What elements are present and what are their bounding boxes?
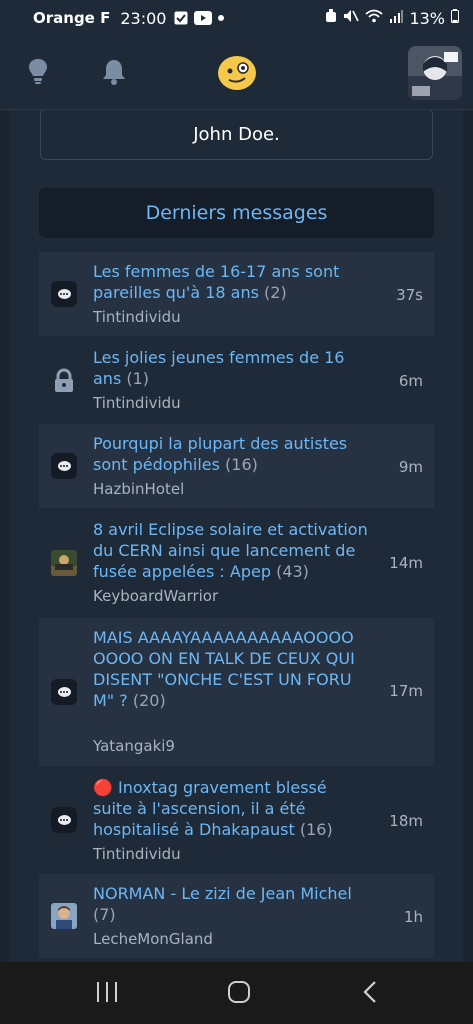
topic-author[interactable]: Yatangaki9 (93, 737, 175, 755)
topic-title[interactable]: MAIS AAAAYAAAAAAAAAAOOOOOOOO ON EN TALK … (93, 627, 363, 711)
topic-row[interactable]: 8 avril Eclipse solaire et activation du… (39, 510, 434, 616)
section-header: Derniers messages (39, 188, 434, 238)
topic-row[interactable]: 🔴 Inoxtag gravement blessé suite à l'asc… (39, 768, 434, 872)
topic-row[interactable]: Les jolies jeunes femmes de 16 ans (1) T… (39, 338, 434, 422)
topic-time: 37s (396, 286, 423, 304)
topic-time: 18m (389, 812, 423, 830)
thumbnail-icon (51, 550, 77, 576)
chat-bubble-icon (51, 679, 77, 705)
topic-author[interactable]: Tintindividu (93, 308, 181, 326)
red-circle-emoji: 🔴 (93, 778, 113, 797)
topic-row[interactable]: NORMAN - Le zizi de Jean Michel (7) Lech… (39, 874, 434, 958)
topic-time: 17m (389, 682, 423, 700)
topic-time: 1h (403, 908, 423, 926)
carrier-label: Orange F (33, 9, 111, 27)
section-title: Derniers messages (145, 202, 328, 224)
topic-title[interactable]: Pourqupi la plupart des autistes sont pé… (93, 433, 368, 475)
topic-row[interactable]: MAIS AAAAYAAAAAAAAAAOOOOOOOO ON EN TALK … (39, 618, 434, 766)
topic-time: 9m (398, 458, 423, 476)
status-right: 13% (325, 9, 459, 28)
battery-icon (451, 9, 459, 27)
topic-title[interactable]: 8 avril Eclipse solaire et activation du… (93, 519, 368, 582)
topic-author[interactable]: Tintindividu (93, 845, 181, 863)
lightbulb-icon[interactable] (26, 57, 50, 92)
topic-row[interactable]: Pourqupi la plupart des autistes sont pé… (39, 424, 434, 508)
signal-icon (389, 9, 404, 27)
user-card[interactable]: John Doe. (40, 110, 433, 160)
user-name: John Doe. (193, 123, 280, 145)
topic-author[interactable]: KeyboardWarrior (93, 587, 218, 605)
top-navigation (0, 36, 473, 110)
checkbox-notification-icon (174, 11, 188, 25)
dot-icon (218, 15, 225, 21)
youtube-notification-icon (194, 11, 213, 25)
topic-title[interactable]: Les jolies jeunes femmes de 16 ans (1) (93, 347, 368, 389)
smiley-icon[interactable] (216, 54, 258, 97)
topic-time: 14m (389, 554, 423, 572)
recent-apps-icon[interactable] (96, 980, 118, 1009)
topic-title[interactable]: NORMAN - Le zizi de Jean Michel (7) (93, 883, 368, 925)
topic-author[interactable]: HazbinHotel (93, 480, 184, 498)
battery-level: 13% (409, 8, 445, 28)
topic-author[interactable]: LecheMonGland (93, 930, 213, 948)
wifi-icon (365, 9, 384, 27)
topic-title[interactable]: 🔴 Inoxtag gravement blessé suite à l'asc… (93, 777, 368, 840)
home-icon[interactable] (227, 980, 251, 1009)
chat-bubble-icon (51, 281, 77, 307)
topic-row[interactable]: Les femmes de 16-17 ans sont pareilles q… (39, 252, 434, 336)
user-avatar[interactable] (408, 46, 462, 100)
lock-icon (51, 368, 77, 394)
status-bar: Orange F 23:00 13% (0, 0, 473, 36)
clock: 23:00 (120, 8, 167, 28)
mute-icon (343, 9, 360, 27)
avatar-thumbnail-icon (51, 903, 77, 929)
back-icon[interactable] (362, 980, 378, 1009)
bell-icon[interactable] (100, 57, 128, 92)
chat-bubble-icon (51, 453, 77, 479)
alarm-icon (325, 9, 337, 27)
system-navigation-bar (0, 962, 473, 1024)
topic-title[interactable]: Les femmes de 16-17 ans sont pareilles q… (93, 261, 368, 303)
main-content: John Doe. Derniers messages Les femmes d… (10, 110, 463, 962)
chat-bubble-icon (51, 807, 77, 833)
topic-author[interactable]: Tintindividu (93, 394, 181, 412)
topic-time: 6m (398, 372, 423, 390)
